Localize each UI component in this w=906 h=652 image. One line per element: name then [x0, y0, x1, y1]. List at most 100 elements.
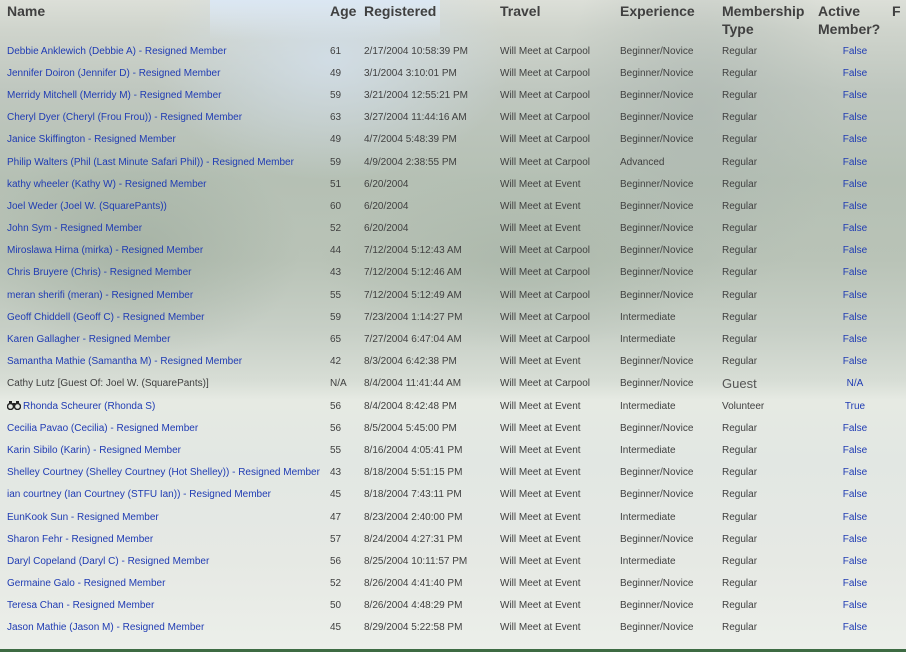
- active-status-link[interactable]: False: [843, 245, 867, 256]
- cell-name[interactable]: Rhonda Scheurer (Rhonda S): [0, 395, 330, 417]
- cell-active-member: False: [818, 173, 892, 195]
- table-row: Debbie Anklewich (Debbie A) - Resigned M…: [0, 40, 906, 62]
- member-name-link[interactable]: Rhonda Scheurer (Rhonda S): [23, 401, 155, 412]
- active-status-link[interactable]: False: [843, 600, 867, 611]
- cell-name[interactable]: Samantha Mathie (Samantha M) - Resigned …: [0, 351, 330, 373]
- member-name-link[interactable]: Shelley Courtney (Shelley Courtney (Hot …: [7, 467, 320, 478]
- cell-travel: Will Meet at Carpool: [500, 311, 591, 323]
- cell-name[interactable]: Joel Weder (Joel W. (SquarePants)): [0, 195, 330, 217]
- member-name-link[interactable]: Cheryl Dyer (Cheryl (Frou Frou)) - Resig…: [7, 112, 242, 123]
- cell-name[interactable]: Philip Walters (Phil (Last Minute Safari…: [0, 151, 330, 173]
- member-name-link[interactable]: Sharon Fehr - Resigned Member: [7, 534, 153, 545]
- active-status-link[interactable]: False: [843, 534, 867, 545]
- guest-name: Cathy Lutz [Guest Of: Joel W. (SquarePan…: [7, 378, 209, 390]
- active-status-link[interactable]: False: [843, 46, 867, 57]
- active-status-link[interactable]: False: [843, 312, 867, 323]
- cell-name[interactable]: kathy wheeler (Kathy W) - Resigned Membe…: [0, 173, 330, 195]
- cell-travel: Will Meet at Event: [500, 356, 581, 368]
- active-status-link[interactable]: False: [843, 201, 867, 212]
- cell-name[interactable]: Germaine Galo - Resigned Member: [0, 573, 330, 595]
- member-name-link[interactable]: Cecilia Pavao (Cecilia) - Resigned Membe…: [7, 423, 198, 434]
- cell-name[interactable]: Karen Gallagher - Resigned Member: [0, 328, 330, 350]
- cell-age: 57: [330, 533, 342, 545]
- cell-name[interactable]: Jennifer Doiron (Jennifer D) - Resigned …: [0, 62, 330, 84]
- active-status-link[interactable]: False: [843, 267, 867, 278]
- member-name-link[interactable]: Jennifer Doiron (Jennifer D) - Resigned …: [7, 68, 220, 79]
- active-status-link[interactable]: True: [845, 401, 865, 412]
- cell-name[interactable]: Daryl Copeland (Daryl C) - Resigned Memb…: [0, 550, 330, 572]
- cell-name[interactable]: John Sym - Resigned Member: [0, 218, 330, 240]
- active-status-link[interactable]: False: [843, 134, 867, 145]
- active-status-link[interactable]: False: [843, 223, 867, 234]
- member-name-link[interactable]: meran sherifi (meran) - Resigned Member: [7, 290, 193, 301]
- member-name-link[interactable]: Samantha Mathie (Samantha M) - Resigned …: [7, 356, 242, 367]
- member-name-link[interactable]: Daryl Copeland (Daryl C) - Resigned Memb…: [7, 556, 209, 567]
- cell-name[interactable]: Shelley Courtney (Shelley Courtney (Hot …: [0, 462, 330, 484]
- member-name-link[interactable]: ian courtney (Ian Courtney (STFU Ian)) -…: [7, 489, 271, 500]
- member-name-link[interactable]: Karen Gallagher - Resigned Member: [7, 334, 170, 345]
- cell-name[interactable]: Debbie Anklewich (Debbie A) - Resigned M…: [0, 40, 330, 62]
- member-name-link[interactable]: kathy wheeler (Kathy W) - Resigned Membe…: [7, 179, 207, 190]
- active-status-link[interactable]: False: [843, 578, 867, 589]
- active-status-link[interactable]: False: [843, 423, 867, 434]
- member-name-link[interactable]: Chris Bruyere (Chris) - Resigned Member: [7, 267, 192, 278]
- member-name-link[interactable]: Teresa Chan - Resigned Member: [7, 600, 154, 611]
- cell-name[interactable]: Jason Mathie (Jason M) - Resigned Member: [0, 617, 330, 639]
- cell-name[interactable]: Karin Sibilo (Karin) - Resigned Member: [0, 439, 330, 461]
- member-name-link[interactable]: EunKook Sun - Resigned Member: [7, 512, 159, 523]
- active-status-link[interactable]: False: [843, 112, 867, 123]
- cell-experience: Intermediate: [620, 311, 676, 323]
- member-name-link[interactable]: Miroslawa Hirna (mirka) - Resigned Membe…: [7, 245, 203, 256]
- table-row: Cecilia Pavao (Cecilia) - Resigned Membe…: [0, 417, 906, 439]
- active-status-link[interactable]: False: [843, 90, 867, 101]
- member-name-link[interactable]: Germaine Galo - Resigned Member: [7, 578, 165, 589]
- active-status-link[interactable]: False: [843, 467, 867, 478]
- cell-name[interactable]: Sharon Fehr - Resigned Member: [0, 528, 330, 550]
- cell-active-member: False: [818, 328, 892, 350]
- member-name-link[interactable]: Joel Weder (Joel W. (SquarePants)): [7, 201, 167, 212]
- cell-membership-type: Regular: [722, 178, 758, 190]
- cell-name: Cathy Lutz [Guest Of: Joel W. (SquarePan…: [0, 373, 330, 395]
- member-name-link[interactable]: Debbie Anklewich (Debbie A) - Resigned M…: [7, 46, 227, 57]
- active-status-link[interactable]: False: [843, 356, 867, 367]
- member-name-link[interactable]: Jason Mathie (Jason M) - Resigned Member: [7, 622, 204, 633]
- cell-age: 59: [330, 311, 342, 323]
- active-status-link[interactable]: False: [843, 290, 867, 301]
- cell-name[interactable]: Teresa Chan - Resigned Member: [0, 595, 330, 617]
- cell-active-member: False: [818, 506, 892, 528]
- active-status-link[interactable]: False: [843, 512, 867, 523]
- active-status-link[interactable]: False: [843, 622, 867, 633]
- cell-travel: Will Meet at Event: [500, 467, 581, 479]
- cell-name[interactable]: EunKook Sun - Resigned Member: [0, 506, 330, 528]
- active-status-link[interactable]: False: [843, 489, 867, 500]
- cell-name[interactable]: Miroslawa Hirna (mirka) - Resigned Membe…: [0, 240, 330, 262]
- active-status-link[interactable]: False: [843, 157, 867, 168]
- cell-experience: Beginner/Novice: [620, 467, 694, 479]
- member-name-link[interactable]: Merridy Mitchell (Merridy M) - Resigned …: [7, 90, 221, 101]
- cell-name[interactable]: Chris Bruyere (Chris) - Resigned Member: [0, 262, 330, 284]
- cell-name[interactable]: Merridy Mitchell (Merridy M) - Resigned …: [0, 84, 330, 106]
- table-row: Shelley Courtney (Shelley Courtney (Hot …: [0, 462, 906, 484]
- active-status-link[interactable]: False: [843, 334, 867, 345]
- cell-experience: Beginner/Novice: [620, 134, 694, 146]
- member-name-link[interactable]: John Sym - Resigned Member: [7, 223, 142, 234]
- active-status-link[interactable]: False: [843, 179, 867, 190]
- cell-name[interactable]: Cecilia Pavao (Cecilia) - Resigned Membe…: [0, 417, 330, 439]
- cell-travel: Will Meet at Event: [500, 622, 581, 634]
- cell-name[interactable]: ian courtney (Ian Courtney (STFU Ian)) -…: [0, 484, 330, 506]
- member-name-link[interactable]: Philip Walters (Phil (Last Minute Safari…: [7, 157, 294, 168]
- active-status-link[interactable]: False: [843, 68, 867, 79]
- cell-name[interactable]: Geoff Chiddell (Geoff C) - Resigned Memb…: [0, 306, 330, 328]
- member-name-link[interactable]: Geoff Chiddell (Geoff C) - Resigned Memb…: [7, 312, 205, 323]
- cell-experience: Beginner/Novice: [620, 422, 694, 434]
- cell-membership-type: Guest: [722, 376, 757, 392]
- active-status-link[interactable]: False: [843, 445, 867, 456]
- cell-name[interactable]: Cheryl Dyer (Cheryl (Frou Frou)) - Resig…: [0, 107, 330, 129]
- cell-active-member: False: [818, 262, 892, 284]
- active-status-link[interactable]: N/A: [847, 378, 864, 389]
- member-name-link[interactable]: Karin Sibilo (Karin) - Resigned Member: [7, 445, 181, 456]
- member-name-link[interactable]: Janice Skiffington - Resigned Member: [7, 134, 176, 145]
- cell-name[interactable]: Janice Skiffington - Resigned Member: [0, 129, 330, 151]
- cell-name[interactable]: meran sherifi (meran) - Resigned Member: [0, 284, 330, 306]
- active-status-link[interactable]: False: [843, 556, 867, 567]
